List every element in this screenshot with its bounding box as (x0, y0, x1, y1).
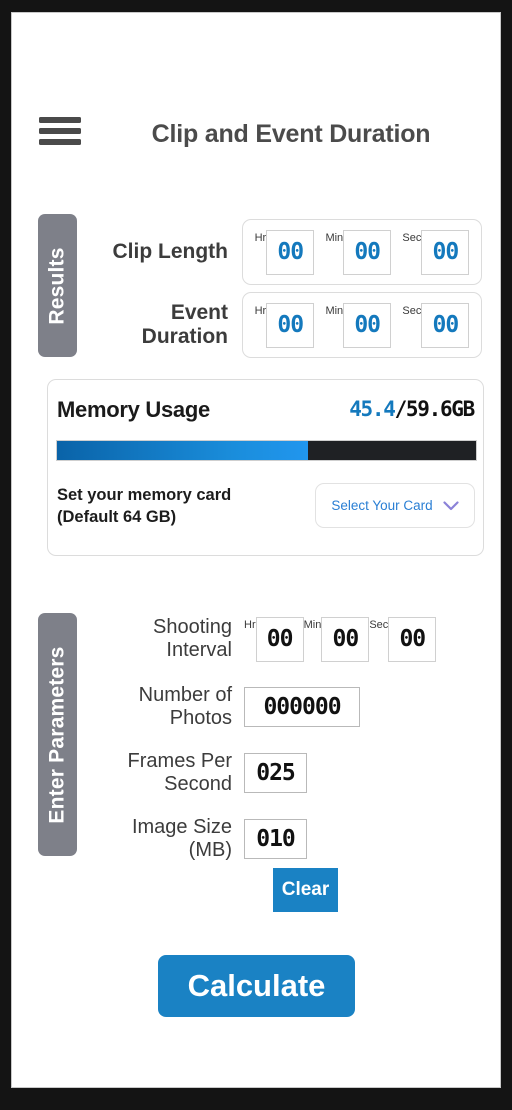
frames-per-second-fields: 025 (244, 753, 307, 793)
shooting-interval-minutes[interactable]: Min 00 (303, 616, 370, 662)
event-duration-hours-value: 00 (277, 312, 304, 338)
select-card-dropdown[interactable]: Select Your Card (315, 483, 475, 528)
shooting-interval-hours-value: 00 (266, 626, 294, 652)
image-size-fields: 010 (244, 819, 307, 859)
clip-length-minutes[interactable]: Min 00 (325, 229, 392, 275)
section-tab-results[interactable]: Results (38, 214, 77, 357)
clip-length-minutes-value: 00 (354, 239, 381, 265)
shooting-interval-minutes-value: 00 (332, 626, 359, 652)
number-of-photos-value: 000000 (263, 694, 341, 720)
event-duration-seconds[interactable]: Sec 00 (402, 302, 470, 348)
event-duration-hours[interactable]: Hr 00 (254, 302, 315, 348)
shooting-interval-seconds-value: 00 (399, 626, 426, 652)
shooting-interval-hours[interactable]: Hr 00 (244, 616, 304, 662)
frames-per-second-label: Frames Per Second (127, 750, 232, 795)
shooting-interval-seconds[interactable]: Sec 00 (369, 616, 437, 662)
clip-length-minutes-box[interactable]: 00 (343, 229, 392, 275)
clip-length-label: Clip Length (112, 240, 228, 264)
memory-total-value: /59.6GB (394, 397, 476, 421)
section-tab-enter-parameters[interactable]: Enter Parameters (38, 613, 77, 856)
shooting-interval-minutes-input[interactable]: 00 (321, 616, 370, 662)
clip-length-time-card: Hr 00 Min 00 Sec 00 (242, 219, 482, 285)
memory-used-value: 45.4 (349, 397, 396, 421)
image-size-input[interactable]: 010 (244, 819, 307, 859)
shooting-interval-seconds-input[interactable]: 00 (388, 616, 437, 662)
set-memory-card-label: Set your memory card (Default 64 GB) (57, 486, 232, 527)
second-unit-label: Sec (402, 231, 422, 244)
minute-unit-label: Min (303, 618, 322, 631)
event-duration-seconds-box[interactable]: 00 (421, 302, 470, 348)
event-duration-minutes-box[interactable]: 00 (343, 302, 392, 348)
shooting-interval-label: Shooting Interval (153, 616, 232, 661)
page-title: Clip and Event Duration (151, 120, 431, 148)
clip-length-hours-value: 00 (277, 239, 304, 265)
clip-length-hours-box[interactable]: 00 (266, 229, 315, 275)
select-card-label: Select Your Card (331, 498, 433, 513)
image-size-value: 010 (256, 826, 296, 852)
event-duration-label: Event Duration (141, 301, 228, 348)
number-of-photos-label: Number of Photos (138, 684, 232, 729)
shooting-interval-hours-input[interactable]: 00 (255, 616, 304, 662)
minute-unit-label: Min (325, 304, 344, 317)
frames-per-second-input[interactable]: 025 (244, 753, 307, 793)
memory-usage-value: 45.4/59.6GB (349, 397, 476, 421)
shooting-interval-fields: Hr 00 Min 00 Sec 00 (244, 616, 437, 662)
number-of-photos-input[interactable]: 000000 (244, 687, 360, 727)
memory-progress-track (56, 440, 477, 461)
hour-unit-label: Hr (254, 304, 267, 317)
event-duration-seconds-value: 00 (432, 312, 460, 338)
clear-button[interactable]: Clear (273, 868, 338, 912)
second-unit-label: Sec (402, 304, 422, 317)
param-row-number-of-photos: Number of Photos 000000 (92, 678, 482, 736)
chevron-down-icon (443, 500, 459, 510)
number-of-photos-fields: 000000 (244, 687, 360, 727)
section-tab-results-label: Results (45, 246, 69, 325)
calculate-button[interactable]: Calculate (158, 955, 355, 1017)
param-row-frames-per-second: Frames Per Second 025 (92, 744, 482, 802)
clip-length-hours[interactable]: Hr 00 (254, 229, 315, 275)
result-row-clip-length: Clip Length Hr 00 Min 00 Sec 00 (92, 219, 482, 285)
event-duration-minutes[interactable]: Min 00 (325, 302, 392, 348)
memory-progress-fill (57, 441, 309, 460)
image-size-label: Image Size (MB) (131, 816, 232, 861)
event-duration-hours-box[interactable]: 00 (266, 302, 315, 348)
event-duration-minutes-value: 00 (354, 312, 381, 338)
second-unit-label: Sec (369, 618, 389, 631)
app-header: Clip and Event Duration (12, 103, 500, 173)
clip-length-seconds-value: 00 (432, 239, 460, 265)
memory-usage-title: Memory Usage (57, 397, 210, 422)
minute-unit-label: Min (325, 231, 344, 244)
hour-unit-label: Hr (244, 618, 256, 631)
clip-length-seconds-box[interactable]: 00 (421, 229, 470, 275)
section-tab-enter-parameters-label: Enter Parameters (45, 645, 69, 824)
param-row-image-size: Image Size (MB) 010 (92, 810, 482, 868)
hour-unit-label: Hr (254, 231, 267, 244)
memory-usage-card: Memory Usage 45.4/59.6GB Set your memory… (47, 379, 484, 556)
clip-length-seconds[interactable]: Sec 00 (402, 229, 470, 275)
result-row-event-duration: Event Duration Hr 00 Min 00 Sec 00 (92, 292, 482, 358)
event-duration-time-card: Hr 00 Min 00 Sec 00 (242, 292, 482, 358)
frames-per-second-value: 025 (256, 760, 296, 786)
app-frame: Clip and Event Duration Results Clip Len… (11, 12, 501, 1088)
param-row-shooting-interval: Shooting Interval Hr 00 Min 00 Sec 00 (92, 610, 482, 668)
